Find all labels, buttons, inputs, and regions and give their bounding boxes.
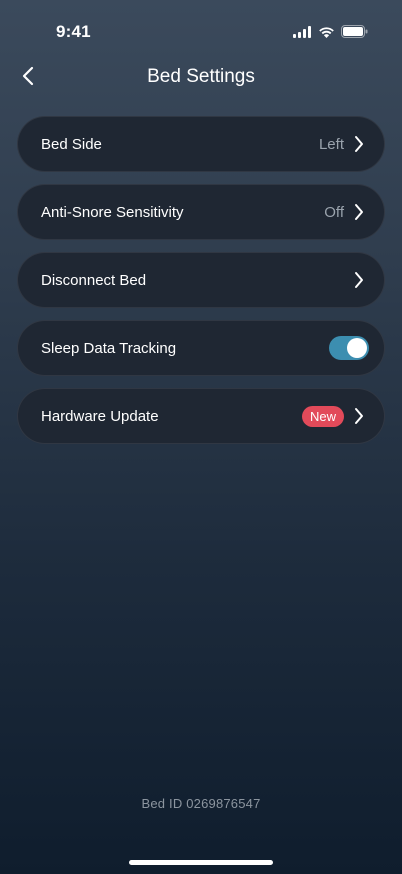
toggle-knob bbox=[347, 338, 367, 358]
status-icons bbox=[293, 25, 368, 38]
status-bar: 9:41 bbox=[0, 0, 402, 60]
bed-side-value: Left bbox=[318, 135, 344, 153]
sleep-data-tracking-label: Sleep Data Tracking bbox=[41, 339, 177, 357]
anti-snore-sensitivity-value: Off bbox=[324, 203, 344, 221]
chevron-right-icon bbox=[352, 271, 366, 289]
bed-side-row[interactable]: Bed Side Left bbox=[17, 116, 385, 172]
navigation-bar: Bed Settings bbox=[0, 58, 402, 98]
hardware-update-label: Hardware Update bbox=[41, 407, 159, 425]
sleep-data-tracking-toggle[interactable] bbox=[329, 336, 369, 360]
wifi-icon bbox=[318, 26, 335, 38]
disconnect-bed-label: Disconnect Bed bbox=[41, 271, 147, 289]
anti-snore-sensitivity-label: Anti-Snore Sensitivity bbox=[41, 203, 184, 221]
chevron-right-icon bbox=[352, 407, 366, 425]
chevron-right-icon bbox=[352, 203, 366, 221]
battery-icon bbox=[341, 25, 368, 38]
new-badge: New bbox=[301, 405, 344, 427]
bed-side-label: Bed Side bbox=[41, 135, 102, 153]
status-time: 9:41 bbox=[56, 22, 91, 41]
hardware-update-row[interactable]: Hardware Update New bbox=[17, 388, 385, 444]
cellular-signal-icon bbox=[293, 25, 312, 38]
anti-snore-sensitivity-row[interactable]: Anti-Snore Sensitivity Off bbox=[17, 184, 385, 240]
chevron-right-icon bbox=[352, 135, 366, 153]
home-indicator[interactable] bbox=[129, 860, 273, 865]
sleep-data-tracking-row: Sleep Data Tracking bbox=[17, 320, 385, 376]
settings-list: Bed Side Left Anti-Snore Sensitivity Off… bbox=[17, 116, 385, 444]
bed-id-text: Bed ID 0269876547 bbox=[141, 796, 261, 811]
disconnect-bed-row[interactable]: Disconnect Bed bbox=[17, 252, 385, 308]
page-title: Bed Settings bbox=[147, 66, 255, 87]
